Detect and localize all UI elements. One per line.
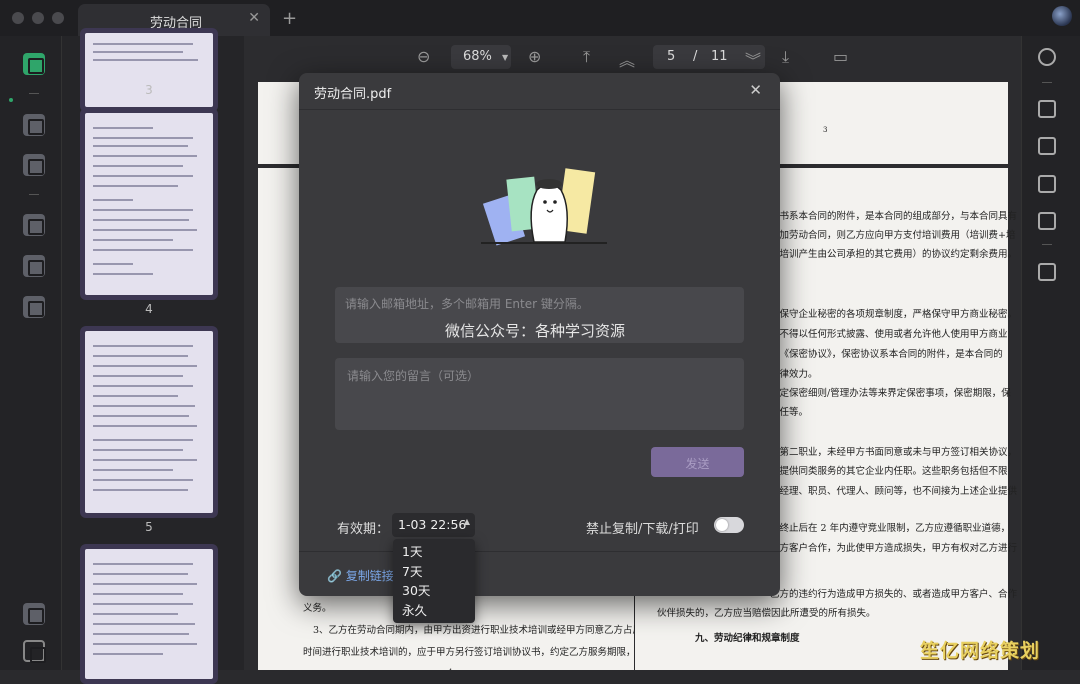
app-window: 劳动合同 ✕ + 3 4 5 ⊖ 68% ▼ ⊕ ⤒ ︽ 5 / 11 ︾ ⤓ … bbox=[0, 0, 1080, 684]
text-line: 义书系本合同的附件，是本合同的组成部分，与本合同具有 bbox=[770, 211, 1018, 222]
zoom-value: 68% bbox=[463, 49, 492, 64]
left-toolbar bbox=[0, 36, 62, 670]
edit-text-icon[interactable] bbox=[23, 154, 45, 176]
text-line: 甲方客户合作，为此使甲方造成损失，甲方有权对乙方进行 bbox=[770, 543, 1018, 554]
convert-icon[interactable] bbox=[23, 296, 45, 318]
validity-select[interactable]: 1-03 22:56 ▲ bbox=[392, 513, 475, 537]
layers-icon[interactable] bbox=[23, 603, 45, 625]
right-toolbar bbox=[1021, 36, 1080, 670]
text-line: 参加劳动合同，则乙方应向甲方支付培训费用（培训费+培 bbox=[770, 230, 1016, 241]
close-icon[interactable]: ✕ bbox=[749, 81, 762, 99]
zoom-out-icon[interactable]: ⊖ bbox=[417, 47, 430, 66]
page-number: 3 bbox=[823, 126, 828, 134]
brand-watermark: 笙亿网络策划 bbox=[920, 640, 1041, 662]
new-tab-button[interactable]: + bbox=[282, 8, 297, 29]
text-line: 义务。 bbox=[303, 603, 332, 614]
message-input[interactable]: 请输入您的留言（可选） bbox=[335, 358, 744, 430]
search-icon[interactable] bbox=[1038, 48, 1056, 66]
text-line: 事第二职业，未经甲方书面同意或未与甲方签订相关协议， bbox=[770, 447, 1018, 458]
toggle-knob bbox=[716, 519, 728, 531]
present-icon[interactable]: ▭ bbox=[833, 47, 848, 66]
text-line: ，不得以任何形式披露、使用或者允许他人使用甲方商业 bbox=[770, 329, 1008, 340]
thumbnail-page-4[interactable] bbox=[80, 108, 218, 300]
text-line: 因培训产生由公司承担的其它费用）的协议约定剩余费用。 bbox=[770, 249, 1018, 260]
close-window-button[interactable] bbox=[12, 12, 24, 24]
watermark-text: 微信公众号：各种学习资源 bbox=[445, 322, 626, 340]
bookmark-icon[interactable] bbox=[23, 640, 46, 663]
divider bbox=[1042, 82, 1052, 83]
page-separator: / bbox=[693, 49, 698, 64]
maximize-window-button[interactable] bbox=[52, 12, 64, 24]
restrict-copy-toggle[interactable] bbox=[714, 517, 744, 533]
highlight-icon[interactable] bbox=[23, 114, 45, 136]
thumbnail-page-5[interactable] bbox=[80, 326, 218, 518]
text-line: 订《保密协议》，保密协议系本合同的附件，是本合同的 bbox=[770, 349, 1003, 360]
validity-option[interactable]: 1天 bbox=[393, 542, 475, 562]
thumbnail-label: 3 bbox=[145, 83, 153, 97]
previous-page-icon[interactable]: ︽ bbox=[619, 47, 635, 71]
divider bbox=[29, 93, 39, 94]
reader-mode-icon[interactable] bbox=[23, 53, 45, 75]
avatar[interactable] bbox=[1052, 6, 1072, 26]
thumbnail-page-3[interactable] bbox=[80, 28, 218, 112]
first-page-icon[interactable]: ⤒ bbox=[583, 47, 590, 67]
validity-option[interactable]: 30天 bbox=[393, 581, 475, 601]
email-input[interactable]: 请输入邮箱地址，多个邮箱用 Enter 键分隔。 微信公众号：各种学习资源 bbox=[335, 287, 744, 343]
dialog-title: 劳动合同.pdf bbox=[314, 87, 392, 102]
tab-close-icon[interactable]: ✕ bbox=[248, 10, 260, 26]
mail-icon[interactable] bbox=[1038, 212, 1056, 230]
divider bbox=[299, 109, 780, 110]
validity-option[interactable]: 永久 bbox=[393, 601, 475, 621]
active-indicator bbox=[9, 98, 13, 102]
send-button[interactable]: 发送 bbox=[651, 447, 744, 477]
divider bbox=[299, 551, 780, 552]
last-page-icon[interactable]: ⤓ bbox=[782, 47, 789, 67]
section-heading: 九、劳动纪律和规章制度 bbox=[695, 633, 800, 644]
minimize-window-button[interactable] bbox=[32, 12, 44, 24]
zoom-in-icon[interactable]: ⊕ bbox=[528, 47, 541, 66]
validity-dropdown: 1天 7天 30天 永久 bbox=[393, 539, 475, 623]
share-illustration bbox=[481, 168, 607, 246]
text-line: 时间进行职业技术培训的，应于甲方另行签订培训协议书，约定乙方服务期限，双方应严 bbox=[303, 647, 674, 658]
link-icon: 🔗 bbox=[327, 569, 346, 583]
thumbnail-panel: 3 4 5 bbox=[62, 28, 244, 684]
organize-pages-icon[interactable] bbox=[23, 214, 45, 236]
message-placeholder: 请输入您的留言（可选） bbox=[347, 369, 480, 383]
zoom-select[interactable]: 68% ▼ bbox=[451, 45, 511, 69]
save-icon[interactable] bbox=[1038, 263, 1056, 281]
page-input[interactable]: 5 bbox=[667, 49, 675, 64]
crop-icon[interactable] bbox=[23, 255, 45, 277]
thumbnail-label: 5 bbox=[145, 520, 153, 534]
copy-link-label: 复制链接 bbox=[345, 569, 394, 583]
copy-link-button[interactable]: 🔗 复制链接 bbox=[327, 567, 394, 584]
validity-option[interactable]: 7天 bbox=[393, 562, 475, 582]
share-dialog: 劳动合同.pdf ✕ 请输入邮箱地址，多个邮箱用 Enter 键分隔。 微信公众… bbox=[299, 73, 780, 596]
next-page-icon[interactable]: ︾ bbox=[745, 47, 761, 71]
restrict-copy-label: 禁止复制/下载/打印 bbox=[586, 522, 699, 537]
page-total: 11 bbox=[711, 49, 728, 64]
thumbnail-page-6[interactable] bbox=[80, 544, 218, 684]
text-line: 乙方的违约行为造成甲方损失的、或者造成甲方客户、合作 bbox=[770, 589, 1018, 600]
protect-icon[interactable] bbox=[1038, 137, 1056, 155]
chevron-up-icon: ▲ bbox=[463, 517, 470, 526]
text-line: 或终止后在 2 年内遵守竞业限制，乙方应遵循职业道德， bbox=[770, 523, 1011, 534]
email-placeholder: 请输入邮箱地址，多个邮箱用 Enter 键分隔。 bbox=[345, 297, 589, 311]
divider bbox=[29, 194, 39, 195]
document-toolbar: ⊖ 68% ▼ ⊕ ⤒ ︽ 5 / 11 ︾ ⤓ ▭ bbox=[245, 36, 1020, 78]
text-line: 伙伴损失的，乙方应当赔偿因此所遭受的所有损失。 bbox=[657, 608, 876, 619]
validity-label: 有效期： bbox=[337, 522, 390, 537]
text-line: 制定保密细则/管理办法等来界定保密事项，保密期限，保 bbox=[770, 388, 1011, 399]
chevron-down-icon: ▼ bbox=[502, 53, 509, 62]
thumbnail-label: 4 bbox=[145, 302, 153, 316]
text-line: 或提供同类服务的其它企业内任职。这些职务包括但不限 bbox=[770, 466, 1008, 477]
divider bbox=[1042, 244, 1052, 245]
validity-value: 1-03 22:56 bbox=[398, 517, 467, 532]
ocr-icon[interactable] bbox=[1038, 100, 1056, 118]
share-icon[interactable] bbox=[1038, 175, 1056, 193]
text-line: 务保守企业秘密的各项规章制度，严格保守甲方商业秘密。 bbox=[770, 309, 1018, 320]
text-line: 、经理、职员、代理人、顾问等，也不间接为上述企业提供 bbox=[770, 486, 1018, 497]
text-line: 3、乙方在劳动合同期内，由甲方出资进行职业技术培训或经甲方同意乙方占用工作 bbox=[313, 625, 662, 636]
